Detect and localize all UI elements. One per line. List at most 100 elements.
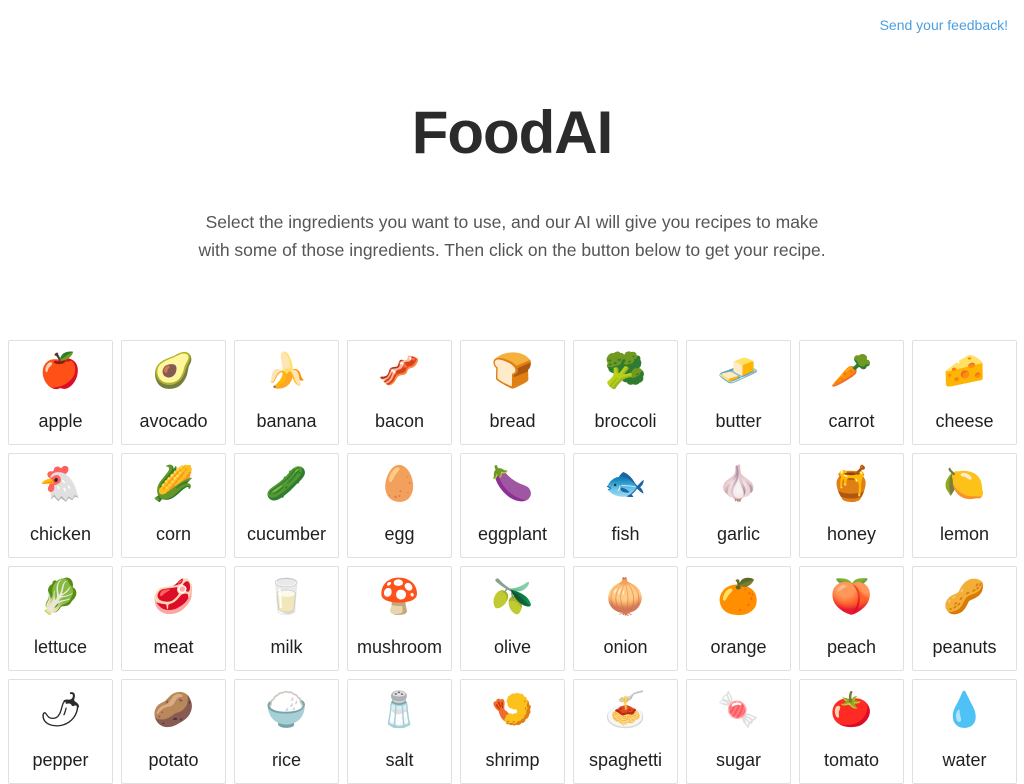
garlic-icon: 🧄 (717, 464, 760, 504)
ingredient-label: bacon (374, 411, 425, 431)
ingredient-label: banana (256, 411, 317, 431)
ingredient-grid: 🍎 apple 🥑 avocado 🍌 banana 🥓 bacon 🍞 bread 🥦 brocco… (8, 340, 1017, 784)
banana-icon: 🍌 (265, 351, 308, 391)
bread-icon: 🍞 (491, 351, 534, 391)
ingredient-label: butter (715, 411, 762, 431)
mushroom-icon: 🍄 (378, 577, 421, 617)
ingredient-tile-corn[interactable]: 🌽 corn (121, 453, 226, 558)
ingredient-tile-bread[interactable]: 🍞 bread (460, 340, 565, 445)
ingredient-label: pepper (32, 750, 89, 770)
ingredient-tile-pepper[interactable]: 🌶 pepper (8, 679, 113, 784)
carrot-icon: 🥕 (830, 351, 873, 391)
ingredient-tile-mushroom[interactable]: 🍄 mushroom (347, 566, 452, 671)
ingredient-label: spaghetti (588, 750, 663, 770)
ingredient-tile-spaghetti[interactable]: 🍝 spaghetti (573, 679, 678, 784)
ingredient-label: chicken (29, 524, 92, 544)
ingredient-tile-olive[interactable]: 🫒 olive (460, 566, 565, 671)
ingredient-label: peanuts (932, 637, 997, 657)
avocado-icon: 🥑 (152, 351, 195, 391)
broccoli-icon: 🥦 (604, 351, 647, 391)
honey-icon: 🍯 (830, 464, 873, 504)
ingredient-tile-apple[interactable]: 🍎 apple (8, 340, 113, 445)
ingredient-tile-cucumber[interactable]: 🥒 cucumber (234, 453, 339, 558)
ingredient-label: cucumber (246, 524, 327, 544)
ingredient-tile-egg[interactable]: 🥚 egg (347, 453, 452, 558)
butter-icon: 🧈 (717, 351, 760, 391)
meat-icon: 🥩 (152, 577, 195, 617)
sugar-icon: 🍬 (717, 690, 760, 730)
ingredient-label: eggplant (477, 524, 548, 544)
ingredient-label: lemon (939, 524, 990, 544)
ingredient-tile-peanuts[interactable]: 🥜 peanuts (912, 566, 1017, 671)
ingredient-tile-tomato[interactable]: 🍅 tomato (799, 679, 904, 784)
bacon-icon: 🥓 (378, 351, 421, 391)
ingredient-tile-garlic[interactable]: 🧄 garlic (686, 453, 791, 558)
ingredient-label: meat (153, 637, 194, 657)
ingredient-label: cheese (935, 411, 994, 431)
ingredient-tile-broccoli[interactable]: 🥦 broccoli (573, 340, 678, 445)
ingredient-label: milk (270, 637, 303, 657)
ingredient-tile-water[interactable]: 💧 water (912, 679, 1017, 784)
ingredient-tile-bacon[interactable]: 🥓 bacon (347, 340, 452, 445)
ingredient-label: onion (603, 637, 648, 657)
fish-icon: 🐟 (604, 464, 647, 504)
ingredient-tile-orange[interactable]: 🍊 orange (686, 566, 791, 671)
orange-icon: 🍊 (717, 577, 760, 617)
ingredient-tile-milk[interactable]: 🥛 milk (234, 566, 339, 671)
ingredient-label: salt (385, 750, 414, 770)
ingredient-tile-butter[interactable]: 🧈 butter (686, 340, 791, 445)
cucumber-icon: 🥒 (265, 464, 308, 504)
ingredient-label: water (942, 750, 987, 770)
olive-icon: 🫒 (491, 577, 534, 617)
ingredient-tile-meat[interactable]: 🥩 meat (121, 566, 226, 671)
pepper-icon: 🌶 (38, 690, 83, 730)
lettuce-icon: 🥬 (39, 577, 82, 617)
ingredient-label: apple (38, 411, 83, 431)
water-icon: 💧 (943, 690, 986, 730)
ingredient-label: potato (148, 750, 199, 770)
ingredient-label: rice (271, 750, 301, 770)
ingredient-label: olive (493, 637, 532, 657)
lemon-icon: 🍋 (943, 464, 986, 504)
corn-icon: 🌽 (152, 464, 195, 504)
ingredient-label: tomato (823, 750, 880, 770)
ingredient-tile-avocado[interactable]: 🥑 avocado (121, 340, 226, 445)
feedback-link[interactable]: Send your feedback! (880, 17, 1008, 33)
ingredient-tile-eggplant[interactable]: 🍆 eggplant (460, 453, 565, 558)
ingredient-label: honey (826, 524, 877, 544)
ingredient-label: lettuce (33, 637, 88, 657)
ingredient-label: avocado (139, 411, 208, 431)
egg-icon: 🥚 (378, 464, 421, 504)
ingredient-tile-salt[interactable]: 🧂 salt (347, 679, 452, 784)
ingredient-label: mushroom (356, 637, 443, 657)
ingredient-tile-shrimp[interactable]: 🍤 shrimp (460, 679, 565, 784)
ingredient-tile-potato[interactable]: 🥔 potato (121, 679, 226, 784)
ingredient-tile-honey[interactable]: 🍯 honey (799, 453, 904, 558)
ingredient-label: garlic (716, 524, 760, 544)
chicken-icon: 🐔 (39, 464, 82, 504)
eggplant-icon: 🍆 (491, 464, 534, 504)
ingredient-tile-cheese[interactable]: 🧀 cheese (912, 340, 1017, 445)
rice-icon: 🍚 (265, 690, 308, 730)
ingredient-label: carrot (828, 411, 875, 431)
ingredient-label: shrimp (485, 750, 540, 770)
ingredient-tile-sugar[interactable]: 🍬 sugar (686, 679, 791, 784)
ingredient-tile-lettuce[interactable]: 🥬 lettuce (8, 566, 113, 671)
ingredient-tile-banana[interactable]: 🍌 banana (234, 340, 339, 445)
ingredient-tile-carrot[interactable]: 🥕 carrot (799, 340, 904, 445)
ingredient-tile-fish[interactable]: 🐟 fish (573, 453, 678, 558)
apple-icon: 🍎 (39, 351, 82, 391)
milk-icon: 🥛 (265, 577, 308, 617)
cheese-icon: 🧀 (943, 351, 986, 391)
ingredient-tile-chicken[interactable]: 🐔 chicken (8, 453, 113, 558)
ingredient-label: egg (384, 524, 415, 544)
ingredient-tile-lemon[interactable]: 🍋 lemon (912, 453, 1017, 558)
onion-icon: 🧅 (604, 577, 647, 617)
ingredient-tile-onion[interactable]: 🧅 onion (573, 566, 678, 671)
tomato-icon: 🍅 (830, 690, 873, 730)
peanuts-icon: 🥜 (943, 577, 986, 617)
ingredient-tile-rice[interactable]: 🍚 rice (234, 679, 339, 784)
shrimp-icon: 🍤 (491, 690, 534, 730)
ingredient-tile-peach[interactable]: 🍑 peach (799, 566, 904, 671)
intro-text: Select the ingredients you want to use, … (198, 212, 826, 260)
